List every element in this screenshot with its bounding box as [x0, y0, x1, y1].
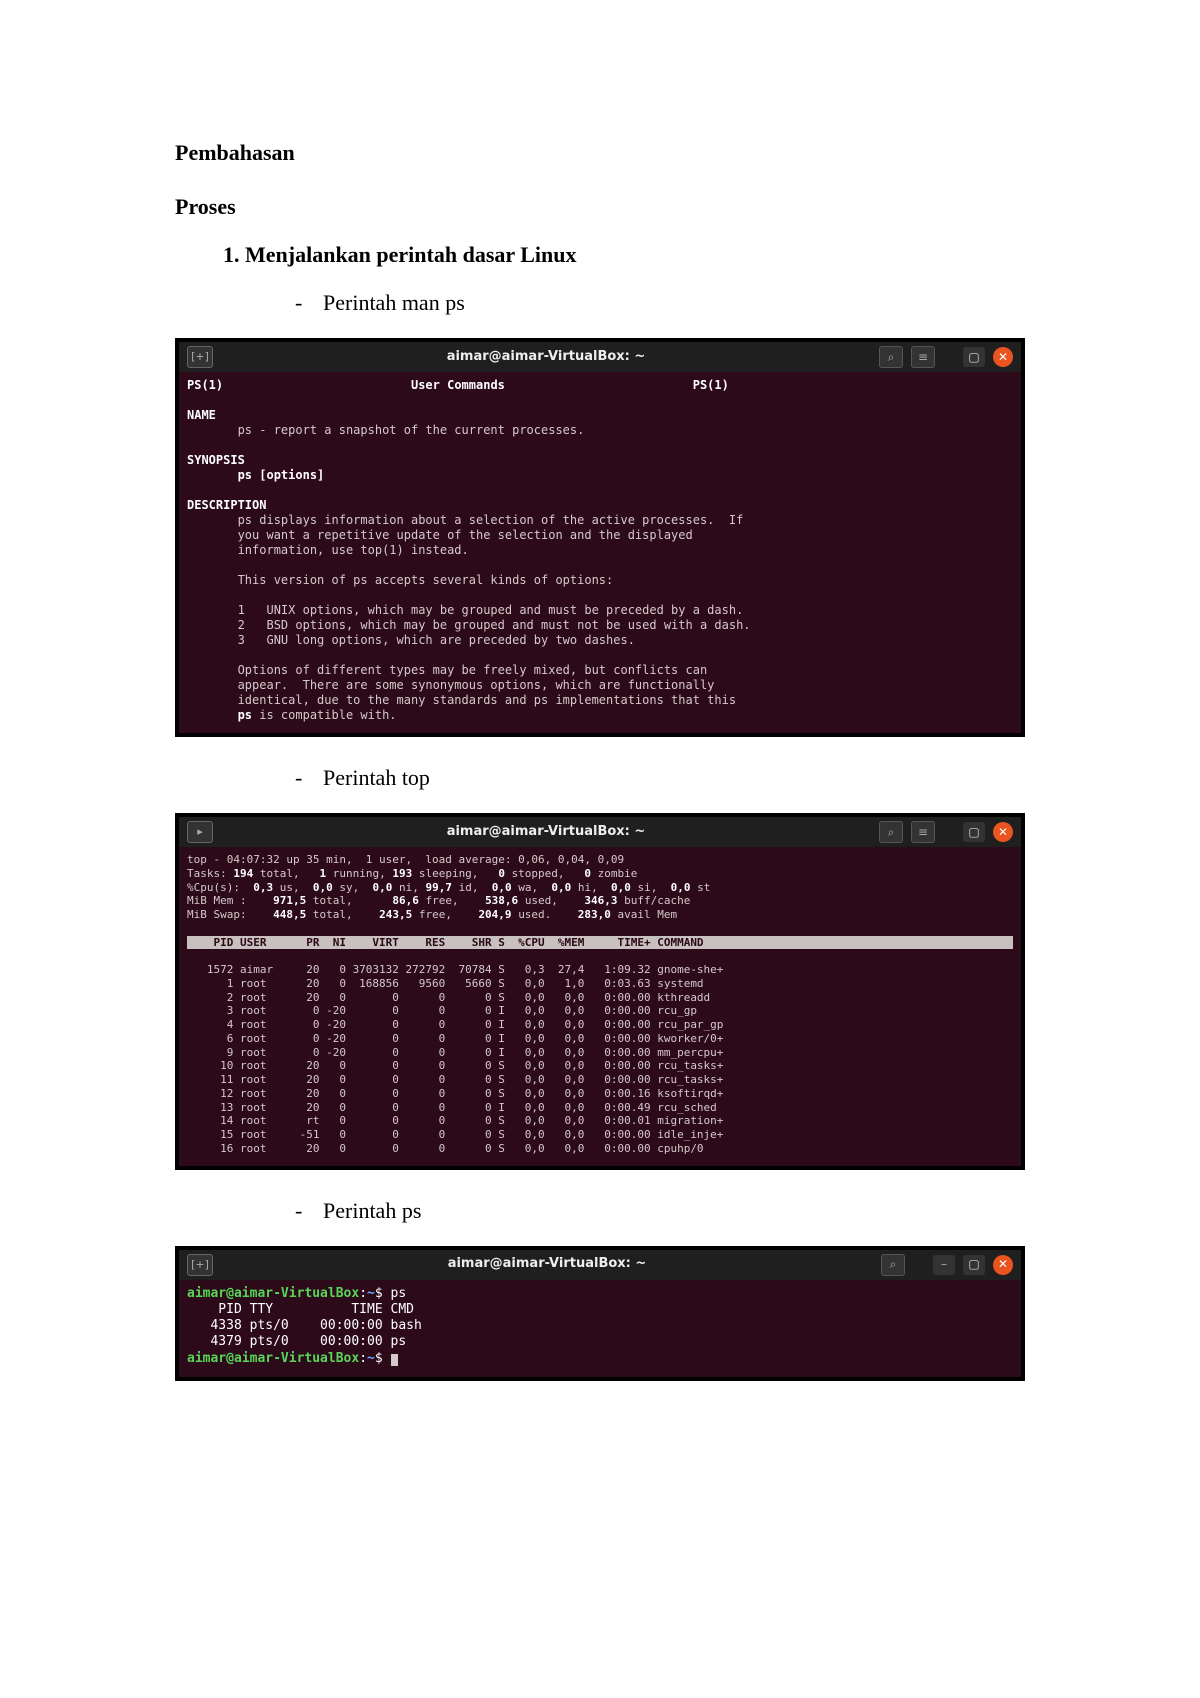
table-row: 4379 pts/0 00:00:00 ps	[187, 1334, 406, 1349]
table-row: 3 root 0 -20 0 0 0 I 0,0 0,0 0:00.00 rcu…	[187, 1004, 723, 1017]
dash-item-label: Perintah ps	[323, 1198, 421, 1223]
prompt-path: ~	[367, 1286, 375, 1301]
dash-item-3: -Perintah ps	[175, 1198, 1025, 1224]
man-option-line: 1 UNIX options, which may be grouped and…	[187, 603, 743, 617]
top-cpu-line: %Cpu(s): 0,3 us, 0,0 sy, 0,0 ni, 99,7 id…	[187, 881, 710, 894]
man-desc-line: ps is compatible with.	[187, 708, 397, 722]
command-input: ps	[391, 1286, 407, 1301]
ps-columns-header: PID TTY TIME CMD	[187, 1302, 414, 1317]
maximize-icon[interactable]: ▢	[963, 347, 985, 367]
close-icon[interactable]: ✕	[993, 347, 1013, 367]
prompt-user: aimar@aimar-VirtualBox	[187, 1286, 359, 1301]
new-tab-button[interactable]: [+]	[187, 346, 213, 368]
table-row: 4338 pts/0 00:00:00 bash	[187, 1318, 422, 1333]
dash-item-label: Perintah man ps	[323, 290, 465, 315]
search-icon[interactable]: ⌕	[881, 1254, 905, 1276]
table-row: 1572 aimar 20 0 3703132 272792 70784 S 0…	[187, 963, 723, 976]
menu-icon[interactable]: ≡	[911, 821, 935, 843]
terminal-title: aimar@aimar-VirtualBox: ~	[221, 824, 871, 840]
terminal-top: ▸ aimar@aimar-VirtualBox: ~ ⌕ ≡ ▢ ✕ top …	[175, 813, 1025, 1170]
page-subtitle: Proses	[175, 194, 1025, 220]
man-option-line: 3 GNU long options, which are preceded b…	[187, 633, 635, 647]
terminal-titlebar: [+] aimar@aimar-VirtualBox: ~ ⌕ ≡ ▢ ✕	[179, 342, 1021, 372]
terminal-man-ps: [+] aimar@aimar-VirtualBox: ~ ⌕ ≡ ▢ ✕ PS…	[175, 338, 1025, 737]
top-tasks-line: Tasks: 194 total, 1 running, 193 sleepin…	[187, 867, 637, 880]
man-desc-line: appear. There are some synonymous option…	[187, 678, 714, 692]
table-row: 11 root 20 0 0 0 0 S 0,0 0,0 0:00.00 rcu…	[187, 1073, 723, 1086]
terminal-titlebar: ▸ aimar@aimar-VirtualBox: ~ ⌕ ≡ ▢ ✕	[179, 817, 1021, 847]
man-desc-line: you want a repetitive update of the sele…	[187, 528, 693, 542]
table-row: 9 root 0 -20 0 0 0 I 0,0 0,0 0:00.00 mm_…	[187, 1046, 723, 1059]
man-desc-line: information, use top(1) instead.	[187, 543, 469, 557]
close-icon[interactable]: ✕	[993, 822, 1013, 842]
table-row: 10 root 20 0 0 0 0 S 0,0 0,0 0:00.00 rcu…	[187, 1059, 723, 1072]
new-tab-button[interactable]: ▸	[187, 821, 213, 843]
terminal-body[interactable]: top - 04:07:32 up 35 min, 1 user, load a…	[179, 847, 1021, 1166]
table-row: 14 root rt 0 0 0 0 S 0,0 0,0 0:00.01 mig…	[187, 1114, 723, 1127]
top-swap-line: MiB Swap: 448,5 total, 243,5 free, 204,9…	[187, 908, 677, 921]
table-row: 16 root 20 0 0 0 0 S 0,0 0,0 0:00.00 cpu…	[187, 1142, 723, 1155]
terminal-ps: [+] aimar@aimar-VirtualBox: ~ ⌕ – ▢ ✕ ai…	[175, 1246, 1025, 1381]
table-row: 12 root 20 0 0 0 0 S 0,0 0,0 0:00.16 kso…	[187, 1087, 723, 1100]
terminal-title: aimar@aimar-VirtualBox: ~	[221, 349, 871, 365]
table-row: 2 root 20 0 0 0 0 S 0,0 0,0 0:00.00 kthr…	[187, 991, 723, 1004]
cursor-icon	[391, 1354, 398, 1366]
terminal-titlebar: [+] aimar@aimar-VirtualBox: ~ ⌕ – ▢ ✕	[179, 1250, 1021, 1280]
top-uptime-line: top - 04:07:32 up 35 min, 1 user, load a…	[187, 853, 624, 866]
menu-icon[interactable]: ≡	[911, 346, 935, 368]
prompt-path: ~	[367, 1351, 375, 1366]
man-header-center: User Commands	[411, 378, 505, 392]
terminal-title: aimar@aimar-VirtualBox: ~	[221, 1256, 873, 1272]
dash-item-2: -Perintah top	[175, 765, 1025, 791]
new-tab-button[interactable]: [+]	[187, 1254, 213, 1276]
dash-item-label: Perintah top	[323, 765, 430, 790]
man-synopsis-line: ps [options]	[187, 468, 324, 482]
terminal-body[interactable]: aimar@aimar-VirtualBox:~$ ps PID TTY TIM…	[179, 1280, 1021, 1377]
man-name-line: ps - report a snapshot of the current pr…	[187, 423, 584, 437]
man-section-name: NAME	[187, 408, 216, 422]
table-row: 13 root 20 0 0 0 0 I 0,0 0,0 0:00.49 rcu…	[187, 1101, 723, 1114]
maximize-icon[interactable]: ▢	[963, 822, 985, 842]
prompt-user: aimar@aimar-VirtualBox	[187, 1351, 359, 1366]
list-item-1: 1. Menjalankan perintah dasar Linux	[223, 242, 1025, 268]
man-desc-line: This version of ps accepts several kinds…	[187, 573, 613, 587]
table-row: 4 root 0 -20 0 0 0 I 0,0 0,0 0:00.00 rcu…	[187, 1018, 723, 1031]
maximize-icon[interactable]: ▢	[963, 1255, 985, 1275]
search-icon[interactable]: ⌕	[879, 346, 903, 368]
top-mem-line: MiB Mem : 971,5 total, 86,6 free, 538,6 …	[187, 894, 690, 907]
man-desc-line: ps displays information about a selectio…	[187, 513, 743, 527]
man-section-description: DESCRIPTION	[187, 498, 266, 512]
table-row: 6 root 0 -20 0 0 0 I 0,0 0,0 0:00.00 kwo…	[187, 1032, 723, 1045]
minimize-icon[interactable]: –	[933, 1255, 955, 1275]
terminal-body[interactable]: PS(1) User Commands PS(1) NAME ps - repo…	[179, 372, 1021, 733]
top-columns-header: PID USER PR NI VIRT RES SHR S %CPU %MEM …	[187, 936, 1013, 950]
search-icon[interactable]: ⌕	[879, 821, 903, 843]
man-option-line: 2 BSD options, which may be grouped and …	[187, 618, 751, 632]
close-icon[interactable]: ✕	[993, 1255, 1013, 1275]
dash-item-1: -Perintah man ps	[175, 290, 1025, 316]
page-title: Pembahasan	[175, 140, 1025, 166]
man-header-right: PS(1)	[693, 378, 729, 392]
man-header-left: PS(1)	[187, 378, 223, 392]
table-row: 15 root -51 0 0 0 0 S 0,0 0,0 0:00.00 id…	[187, 1128, 723, 1141]
table-row: 1 root 20 0 168856 9560 5660 S 0,0 1,0 0…	[187, 977, 723, 990]
man-desc-line: Options of different types may be freely…	[187, 663, 707, 677]
man-section-synopsis: SYNOPSIS	[187, 453, 245, 467]
man-desc-line: identical, due to the many standards and…	[187, 693, 736, 707]
